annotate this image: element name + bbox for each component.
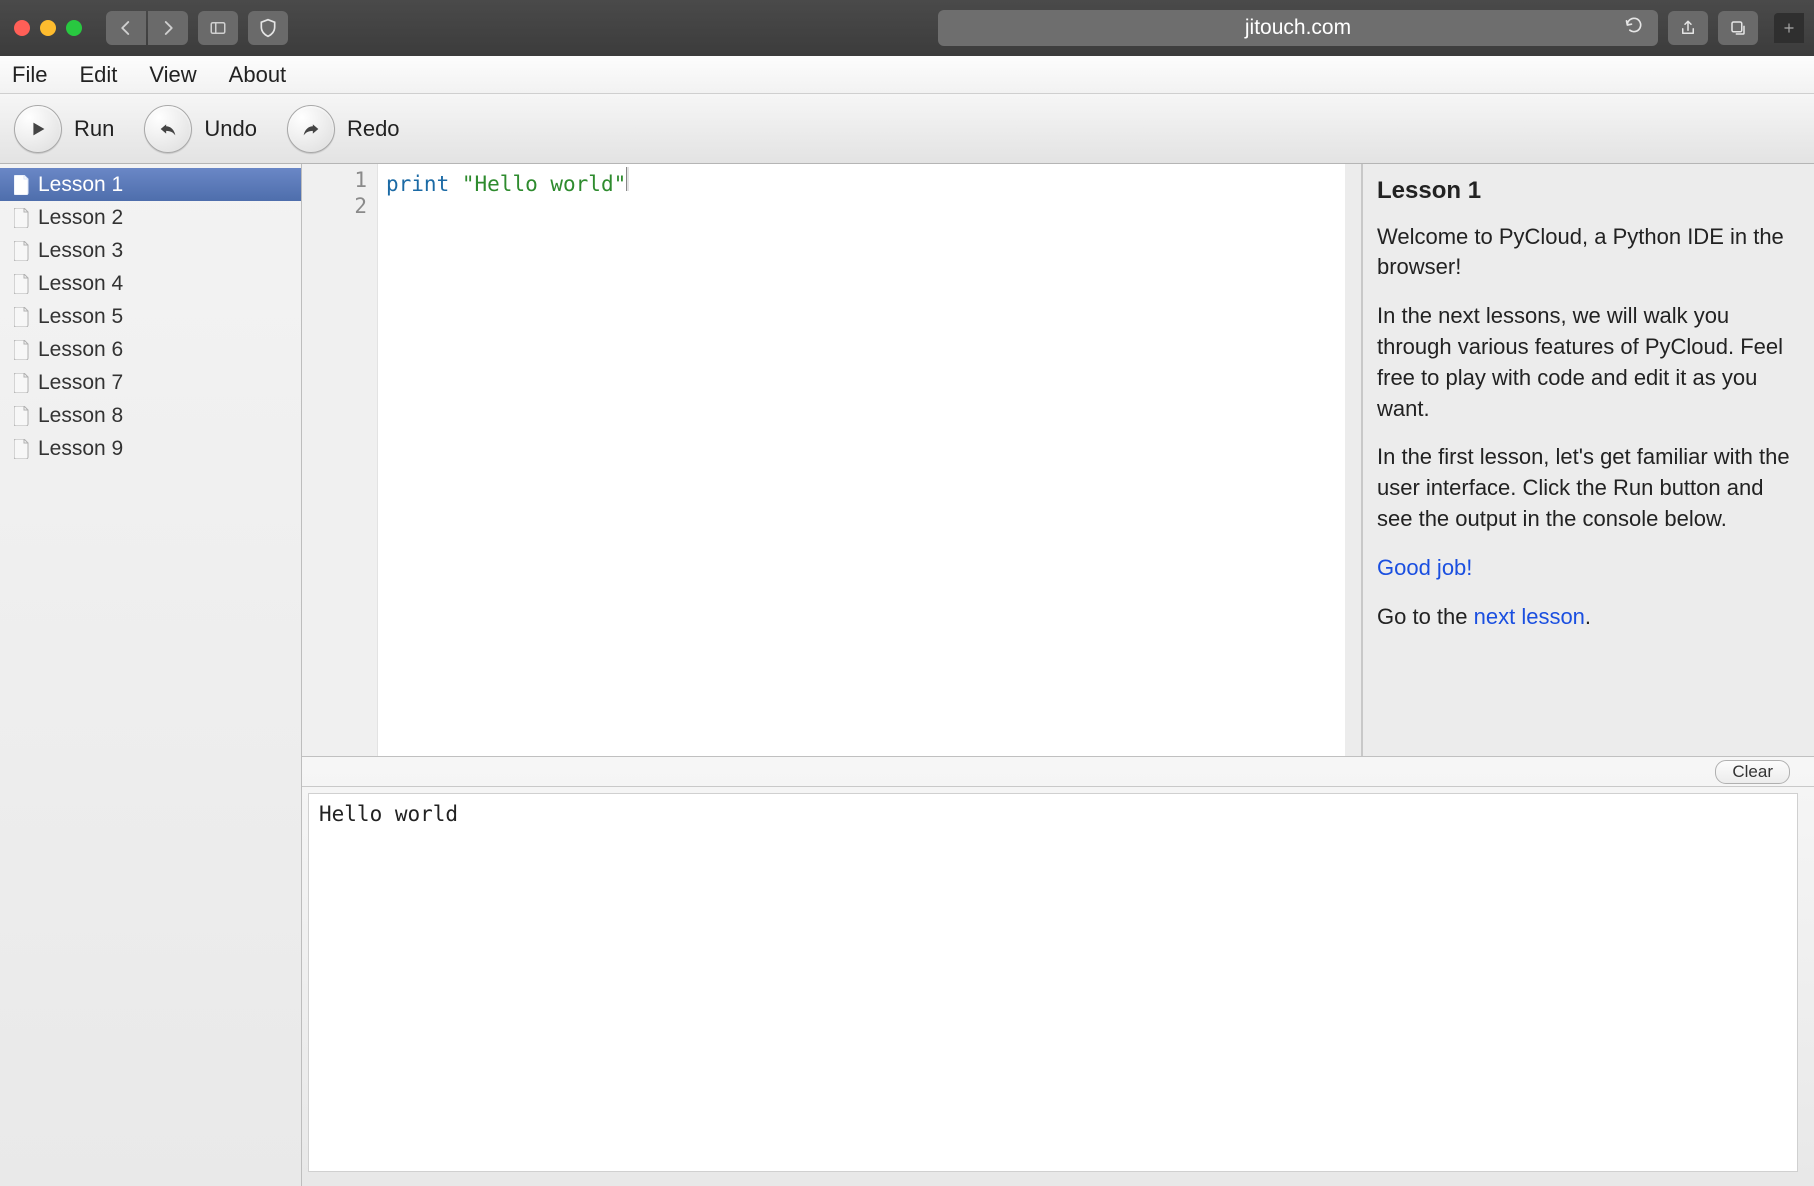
- goto-line: Go to the next lesson.: [1377, 602, 1800, 633]
- goto-suffix: .: [1585, 604, 1591, 629]
- sidebar-item-label: Lesson 2: [38, 206, 123, 230]
- file-icon: [14, 373, 30, 393]
- browser-chrome-bar: jitouch.com: [0, 0, 1814, 56]
- goto-prefix: Go to the: [1377, 604, 1474, 629]
- file-icon: [14, 307, 30, 327]
- tabs-overview-button[interactable]: [1718, 11, 1758, 45]
- code-keyword: print: [386, 172, 449, 196]
- sidebar-item-label: Lesson 5: [38, 305, 123, 329]
- address-bar-url: jitouch.com: [1245, 16, 1351, 40]
- file-icon: [14, 241, 30, 261]
- browser-right-controls: [1668, 11, 1804, 45]
- sidebar-item-lesson-5[interactable]: Lesson 5: [0, 300, 301, 333]
- lesson-paragraph: In the next lessons, we will walk you th…: [1377, 301, 1800, 424]
- console-panel: Clear Hello world: [302, 757, 1814, 1186]
- file-icon: [14, 175, 30, 195]
- lesson-paragraph: In the first lesson, let's get familiar …: [1377, 442, 1800, 534]
- nav-forward-button[interactable]: [148, 11, 188, 45]
- file-icon: [14, 208, 30, 228]
- sidebar-item-label: Lesson 4: [38, 272, 123, 296]
- play-icon: [14, 105, 62, 153]
- line-number: 2: [302, 193, 367, 219]
- address-bar-wrap: jitouch.com: [248, 10, 1658, 46]
- clear-button[interactable]: Clear: [1715, 760, 1790, 784]
- sidebar-toggle-button[interactable]: [198, 11, 238, 45]
- file-icon: [14, 439, 30, 459]
- code-space: [449, 172, 462, 196]
- undo-tool[interactable]: Undo: [144, 105, 257, 153]
- lesson-sidebar: Lesson 1 Lesson 2 Lesson 3 Lesson 4 Lesson 5…: [0, 164, 302, 1186]
- window-minimize-button[interactable]: [40, 20, 56, 36]
- sidebar-item-label: Lesson 3: [38, 239, 123, 263]
- sidebar-item-lesson-8[interactable]: Lesson 8: [0, 399, 301, 432]
- redo-label: Redo: [347, 116, 400, 142]
- lesson-info-pane: Lesson 1 Welcome to PyCloud, a Python ID…: [1362, 164, 1814, 756]
- center-column: 1 2 print "Hello world" Lesson 1 Welcome…: [302, 164, 1814, 1186]
- run-tool[interactable]: Run: [14, 105, 114, 153]
- sidebar-item-label: Lesson 1: [38, 173, 123, 197]
- code-editor[interactable]: 1 2 print "Hello world": [302, 164, 1362, 756]
- sidebar-item-label: Lesson 6: [38, 338, 123, 362]
- sidebar-item-lesson-1[interactable]: Lesson 1: [0, 168, 301, 201]
- file-icon: [14, 340, 30, 360]
- app-toolbar: Run Undo Redo: [0, 94, 1814, 164]
- redo-tool[interactable]: Redo: [287, 105, 400, 153]
- file-icon: [14, 406, 30, 426]
- editor-gutter: 1 2: [302, 164, 378, 756]
- menu-about[interactable]: About: [229, 62, 287, 88]
- file-icon: [14, 274, 30, 294]
- lesson-paragraph: Welcome to PyCloud, a Python IDE in the …: [1377, 222, 1800, 284]
- window-close-button[interactable]: [14, 20, 30, 36]
- editor-cursor: [626, 167, 629, 191]
- sidebar-item-lesson-2[interactable]: Lesson 2: [0, 201, 301, 234]
- nav-back-button[interactable]: [106, 11, 146, 45]
- undo-label: Undo: [204, 116, 257, 142]
- console-toolbar: Clear: [302, 757, 1814, 787]
- lesson-title: Lesson 1: [1377, 174, 1800, 208]
- app-menu-bar: File Edit View About: [0, 56, 1814, 94]
- next-lesson-link[interactable]: next lesson: [1474, 604, 1585, 629]
- sidebar-item-label: Lesson 9: [38, 437, 123, 461]
- reload-button[interactable]: [1624, 15, 1644, 41]
- menu-view[interactable]: View: [149, 62, 196, 88]
- run-label: Run: [74, 116, 114, 142]
- nav-back-forward-group: [106, 11, 188, 45]
- sidebar-item-lesson-4[interactable]: Lesson 4: [0, 267, 301, 300]
- window-zoom-button[interactable]: [66, 20, 82, 36]
- privacy-shield-button[interactable]: [248, 11, 288, 45]
- menu-file[interactable]: File: [12, 62, 47, 88]
- sidebar-item-lesson-3[interactable]: Lesson 3: [0, 234, 301, 267]
- address-bar[interactable]: jitouch.com: [938, 10, 1658, 46]
- console-output[interactable]: Hello world: [308, 793, 1798, 1172]
- sidebar-item-lesson-7[interactable]: Lesson 7: [0, 366, 301, 399]
- sidebar-item-label: Lesson 7: [38, 371, 123, 395]
- code-string: "Hello world": [462, 172, 626, 196]
- line-number: 1: [302, 167, 367, 193]
- sidebar-item-lesson-9[interactable]: Lesson 9: [0, 432, 301, 465]
- undo-icon: [144, 105, 192, 153]
- sidebar-item-lesson-6[interactable]: Lesson 6: [0, 333, 301, 366]
- menu-edit[interactable]: Edit: [79, 62, 117, 88]
- sidebar-item-label: Lesson 8: [38, 404, 123, 428]
- new-tab-button[interactable]: [1774, 13, 1804, 43]
- window-traffic-lights: [14, 20, 82, 36]
- code-area[interactable]: print "Hello world": [378, 164, 1361, 756]
- good-job-link[interactable]: Good job!: [1377, 555, 1472, 580]
- editor-row: 1 2 print "Hello world" Lesson 1 Welcome…: [302, 164, 1814, 757]
- share-button[interactable]: [1668, 11, 1708, 45]
- console-line: Hello world: [319, 802, 1787, 826]
- redo-icon: [287, 105, 335, 153]
- main-area: Lesson 1 Lesson 2 Lesson 3 Lesson 4 Lesson 5…: [0, 164, 1814, 1186]
